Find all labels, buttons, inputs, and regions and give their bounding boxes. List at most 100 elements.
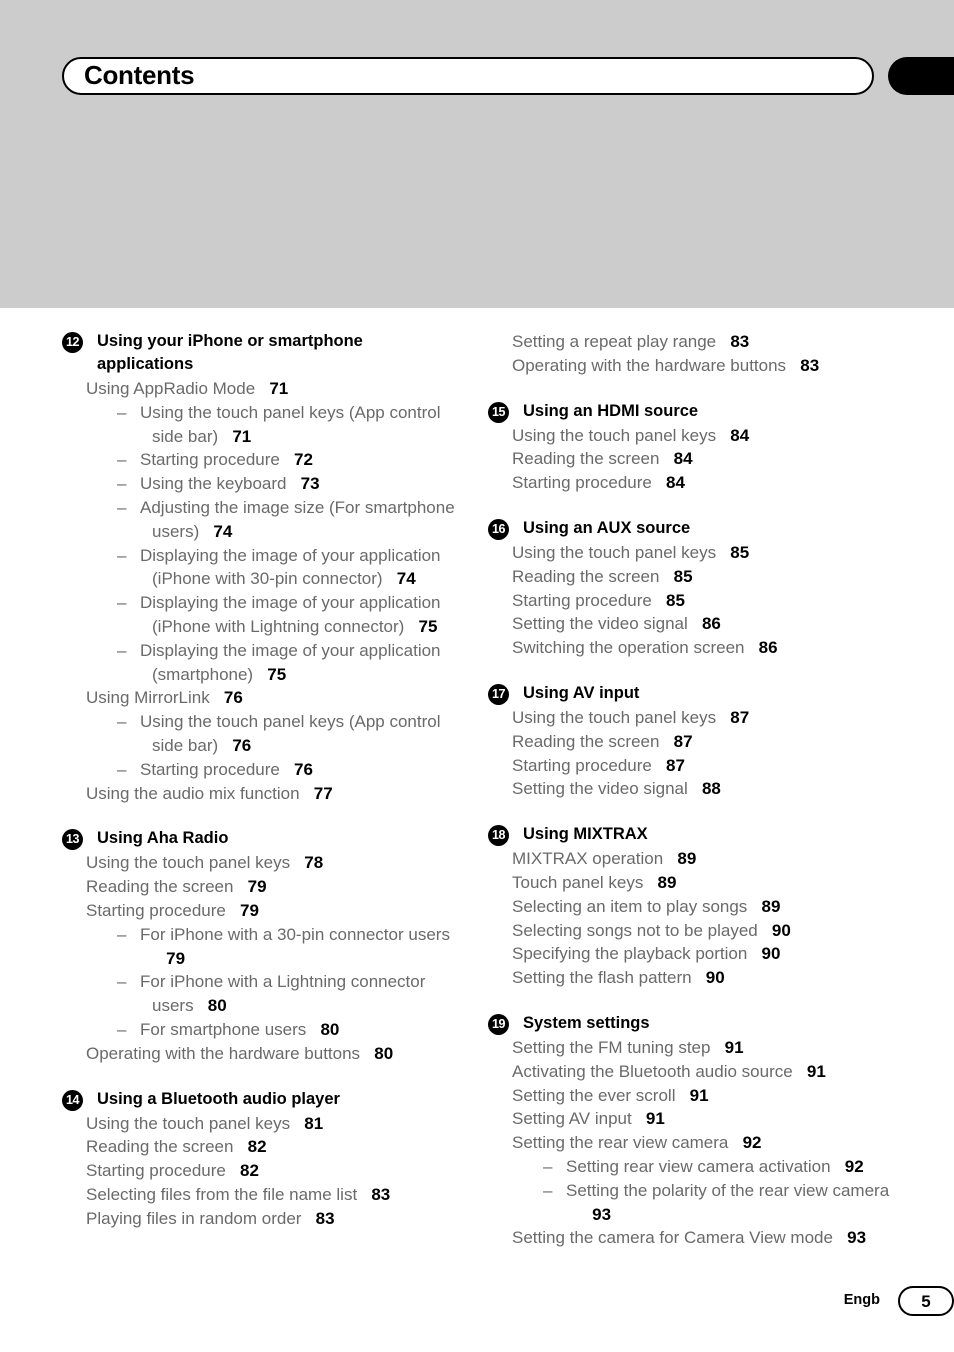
toc-leader-gap [290,1114,304,1133]
toc-subentry[interactable]: – Using the keyboard 73 [62,472,462,496]
toc-entry[interactable]: Using AppRadio Mode 71 [62,377,462,401]
chapter-heading[interactable]: 12 Using your iPhone or smartphone applic… [62,330,462,376]
toc-subentry[interactable]: – For smartphone users 80 [62,1018,462,1042]
toc-entry[interactable]: Setting the video signal 88 [488,777,898,801]
toc-leader-gap [306,1020,320,1039]
toc-entry[interactable]: Touch panel keys 89 [488,871,898,895]
toc-subentry[interactable]: – For iPhone with a Lightning connector u… [62,970,462,1018]
toc-subentry[interactable]: – Adjusting the image size (For smartphon… [62,496,462,544]
toc-entry-label: Reading the screen [512,449,660,469]
toc-entry-page: 87 [730,707,750,727]
toc-entry[interactable]: Operating with the hardware buttons 83 [488,354,898,378]
toc-leader-gap [226,1161,240,1180]
toc-entry[interactable]: Using the touch panel keys 87 [488,706,898,730]
toc-entry-label: Selecting songs not to be played [512,920,758,940]
toc-entry[interactable]: Setting a repeat play range 83 [488,330,898,354]
toc-entry[interactable]: Using the touch panel keys 81 [62,1112,462,1136]
toc-entry-label: Using MirrorLink [86,688,210,708]
toc-subentry[interactable]: – Using the touch panel keys (App control… [62,710,462,758]
toc-leader-gap [218,427,232,446]
dash-bullet-icon: – [543,1156,553,1176]
toc-entry[interactable]: Switching the operation screen 86 [488,636,898,660]
toc-leader-gap [675,1086,689,1105]
toc-entry[interactable]: Starting procedure 82 [62,1159,462,1183]
toc-entry[interactable]: Reading the screen 79 [62,875,462,899]
toc-entry[interactable]: Setting the video signal 86 [488,612,898,636]
chapter-heading[interactable]: 16 Using an AUX source [488,517,898,540]
chapter-heading-label: System settings [523,1013,650,1032]
toc-subentry[interactable]: – Displaying the image of your applicatio… [62,544,462,592]
toc-leader-gap [747,944,761,963]
chapter-continuation: Setting a repeat play range 83 Operating … [488,330,898,378]
toc-leader-gap [728,1133,742,1152]
toc-subentry[interactable]: – Starting procedure 72 [62,448,462,472]
chapter-heading[interactable]: 15 Using an HDMI source [488,400,898,423]
chapter-heading[interactable]: 18 Using MIXTRAX [488,823,898,847]
dash-bullet-icon: – [117,545,127,565]
toc-entry-label: Selecting files from the file name list [86,1184,358,1204]
toc-entry[interactable]: Setting the rear view camera 92 [488,1131,898,1155]
toc-leader-gap [218,736,232,755]
toc-entry[interactable]: Setting the FM tuning step 91 [488,1036,898,1060]
toc-leader-gap [652,473,666,492]
chapter-heading[interactable]: 19 System settings [488,1012,898,1035]
toc-entry[interactable]: Using the touch panel keys 85 [488,541,898,565]
toc-entry-label: Using the keyboard [140,474,287,494]
toc-entry[interactable]: MIXTRAX operation 89 [488,847,898,871]
toc-entry-page: 93 [592,1204,612,1224]
toc-entry[interactable]: Starting procedure 84 [488,471,898,495]
toc-entry[interactable]: Using MirrorLink 76 [62,686,462,710]
toc-entry[interactable]: Reading the screen 84 [488,447,898,471]
toc-subentry[interactable]: – Setting rear view camera activation 92 [488,1155,898,1179]
toc-entry-page: 80 [207,996,227,1016]
toc-entry[interactable]: Selecting files from the file name list … [62,1183,462,1207]
toc-entry[interactable]: Reading the screen 85 [488,565,898,589]
toc-entry[interactable]: Using the touch panel keys 78 [62,851,462,875]
toc-leader-gap [300,784,314,803]
toc-entry[interactable]: Reading the screen 87 [488,730,898,754]
toc-entry[interactable]: Operating with the hardware buttons 80 [62,1042,462,1066]
toc-entry[interactable]: Specifying the playback portion 90 [488,942,898,966]
toc-entry[interactable]: Playing files in random order 83 [62,1207,462,1231]
chapter-number-badge: 13 [62,829,83,851]
toc-subentry[interactable]: – Displaying the image of your applicatio… [62,591,462,639]
toc-entry-page: 84 [730,425,750,445]
toc-entry[interactable]: Setting the flash pattern 90 [488,966,898,990]
toc-entry[interactable]: Starting procedure 87 [488,754,898,778]
toc-entry-page: 81 [304,1113,324,1133]
toc-entry[interactable]: Using the touch panel keys 84 [488,424,898,448]
chapter-heading-label: Using MIXTRAX [523,825,648,844]
toc-entry[interactable]: Setting the ever scroll 91 [488,1084,898,1108]
toc-entry[interactable]: Setting AV input 91 [488,1107,898,1131]
chapter-heading[interactable]: 17 Using AV input [488,682,898,705]
toc-entry[interactable]: Activating the Bluetooth audio source 91 [488,1060,898,1084]
toc-subentry[interactable]: – For iPhone with a 30-pin connector user… [62,923,462,971]
toc-entry[interactable]: Selecting songs not to be played 90 [488,919,898,943]
toc-entry[interactable]: Starting procedure 79 [62,899,462,923]
toc-subentry[interactable]: – Using the touch panel keys (App control… [62,401,462,449]
language-code: Engb [843,1292,880,1308]
toc-entry[interactable]: Reading the screen 82 [62,1135,462,1159]
chapter-heading[interactable]: 13 Using Aha Radio [62,827,462,851]
chapter-using-av-input: 17 Using AV input Using the touch panel ke… [488,682,898,801]
toc-entry-page: 77 [313,783,333,803]
chapter-using-an-hdmi-source: 15 Using an HDMI source Using the touch pa… [488,400,898,495]
toc-entry[interactable]: Starting procedure 85 [488,589,898,613]
chapter-number-badge: 18 [488,825,509,847]
toc-entry-label: Activating the Bluetooth audio source [512,1061,793,1081]
chapter-number-badge: 15 [488,401,509,423]
toc-entry-label: Specifying the playback portion [512,944,748,964]
toc-entry[interactable]: Using the audio mix function 77 [62,782,462,806]
toc-entry-label: Adjusting the image size (For smartphone… [140,497,455,541]
toc-entry-page: 76 [223,688,243,708]
toc-entry-label: Setting the video signal [512,779,688,799]
toc-leader-gap [716,332,730,351]
toc-entry[interactable]: Selecting an item to play songs 89 [488,895,898,919]
page-footer: Engb 5 [0,1286,954,1326]
toc-subentry[interactable]: – Starting procedure 76 [62,758,462,782]
chapter-heading[interactable]: 14 Using a Bluetooth audio player [62,1088,462,1111]
toc-entry[interactable]: Setting the camera for Camera View mode … [488,1226,898,1250]
toc-subentry[interactable]: – Setting the polarity of the rear view c… [488,1179,898,1227]
toc-entry-page: 87 [673,731,693,751]
toc-subentry[interactable]: – Displaying the image of your applicatio… [62,639,462,687]
